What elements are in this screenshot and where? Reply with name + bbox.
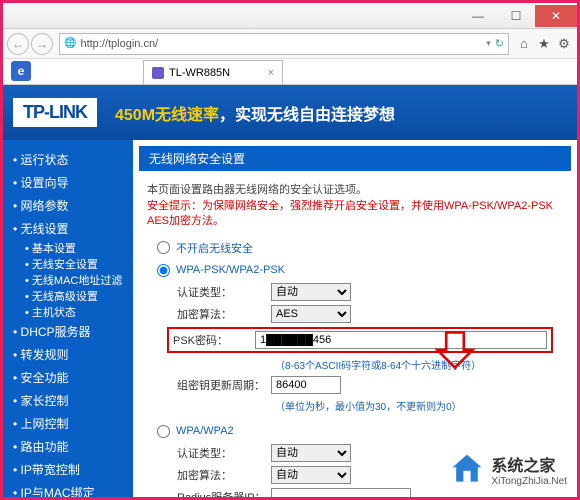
sidebar-subitem[interactable]: 基本设置 [3, 240, 133, 256]
sidebar-subitem[interactable]: 无线高级设置 [3, 288, 133, 304]
panel-warning: 安全提示：为保障网络安全，强烈推荐开启安全设置，并使用WPA-PSK/WPA2-… [147, 199, 563, 230]
favorites-icon[interactable]: ★ [535, 35, 553, 53]
tab-title: TL-WR885N [169, 67, 230, 79]
psk-input[interactable] [255, 331, 547, 349]
radio-wpapsk-label: WPA-PSK/WPA2-PSK [176, 264, 285, 276]
minimize-button[interactable]: — [459, 5, 497, 27]
sidebar-item[interactable]: IP与MAC绑定 [3, 481, 133, 497]
panel-title: 无线网络安全设置 [139, 146, 571, 171]
main-panel: 无线网络安全设置 本页面设置路由器无线网络的安全认证选项。 安全提示：为保障网络… [133, 140, 577, 497]
psk-highlight-box: PSK密码： [167, 327, 553, 353]
tab-favicon [152, 67, 164, 79]
settings-icon[interactable]: ⚙ [555, 35, 573, 53]
radio-none[interactable] [157, 241, 170, 254]
sidebar-item[interactable]: IP带宽控制 [3, 458, 133, 481]
logo: TP-LINK [13, 98, 97, 127]
panel-desc: 本页面设置路由器无线网络的安全认证选项。 [147, 181, 563, 197]
auth-select[interactable]: 自动 [271, 283, 351, 301]
sidebar-item[interactable]: 设置向导 [3, 171, 133, 194]
sidebar-item[interactable]: 安全功能 [3, 366, 133, 389]
close-button[interactable]: ✕ [535, 5, 577, 27]
auth-label: 认证类型： [177, 284, 267, 300]
url-text: http://tplogin.cn/ [80, 38, 482, 50]
enc-label: 加密算法： [177, 306, 267, 322]
sidebar-item[interactable]: 无线设置 [3, 217, 133, 240]
site-icon: 🌐 [64, 38, 76, 49]
psk-label: PSK密码： [173, 332, 249, 348]
enc-select[interactable]: AES [271, 305, 351, 323]
sidebar-item[interactable]: 路由功能 [3, 435, 133, 458]
gk-hint: （单位为秒，最小值为30，不更新则为0） [275, 398, 462, 413]
sidebar-item[interactable]: 网络参数 [3, 194, 133, 217]
refresh-icon[interactable]: ↻ [495, 37, 504, 50]
browser-tab[interactable]: TL-WR885N × [143, 60, 283, 84]
tab-close-icon[interactable]: × [268, 67, 274, 79]
enc2-select[interactable]: 自动 [271, 466, 351, 484]
sidebar-subitem[interactable]: 主机状态 [3, 304, 133, 320]
maximize-button[interactable]: ☐ [497, 5, 535, 27]
sidebar-item[interactable]: 上网控制 [3, 412, 133, 435]
url-dropdown-icon[interactable]: ▾ [486, 38, 491, 49]
forward-button[interactable]: → [31, 33, 53, 55]
sidebar-item[interactable]: DHCP服务器 [3, 320, 133, 343]
radio-wpapsk[interactable] [157, 264, 170, 277]
auth2-select[interactable]: 自动 [271, 444, 351, 462]
sidebar-subitem[interactable]: 无线安全设置 [3, 256, 133, 272]
sidebar-subitem[interactable]: 无线MAC地址过滤 [3, 272, 133, 288]
radius-ip-label: Radius服务器IP： [177, 489, 267, 497]
radio-wpa-label: WPA/WPA2 [176, 425, 234, 437]
sidebar-item[interactable]: 转发规则 [3, 343, 133, 366]
sidebar-item[interactable]: 家长控制 [3, 389, 133, 412]
auth2-label: 认证类型： [177, 445, 267, 461]
back-button[interactable]: ← [7, 33, 29, 55]
radio-none-label: 不开启无线安全 [176, 240, 253, 256]
slogan: 450M无线速率，实现无线自由连接梦想 [115, 101, 395, 125]
address-bar[interactable]: 🌐 http://tplogin.cn/ ▾ ↻ [59, 33, 509, 55]
banner: TP-LINK 450M无线速率，实现无线自由连接梦想 [3, 85, 577, 140]
gk-label: 组密钥更新周期： [177, 377, 267, 393]
home-icon[interactable]: ⌂ [515, 35, 533, 53]
radio-wpa[interactable] [157, 425, 170, 438]
radius-ip-input[interactable] [271, 488, 411, 497]
gk-input[interactable] [271, 376, 341, 394]
annotation-arrow [433, 328, 477, 375]
sidebar: 运行状态 设置向导 网络参数 无线设置 基本设置 无线安全设置 无线MAC地址过… [3, 140, 133, 497]
ie-icon: e [11, 61, 31, 81]
sidebar-item[interactable]: 运行状态 [3, 148, 133, 171]
enc2-label: 加密算法： [177, 467, 267, 483]
